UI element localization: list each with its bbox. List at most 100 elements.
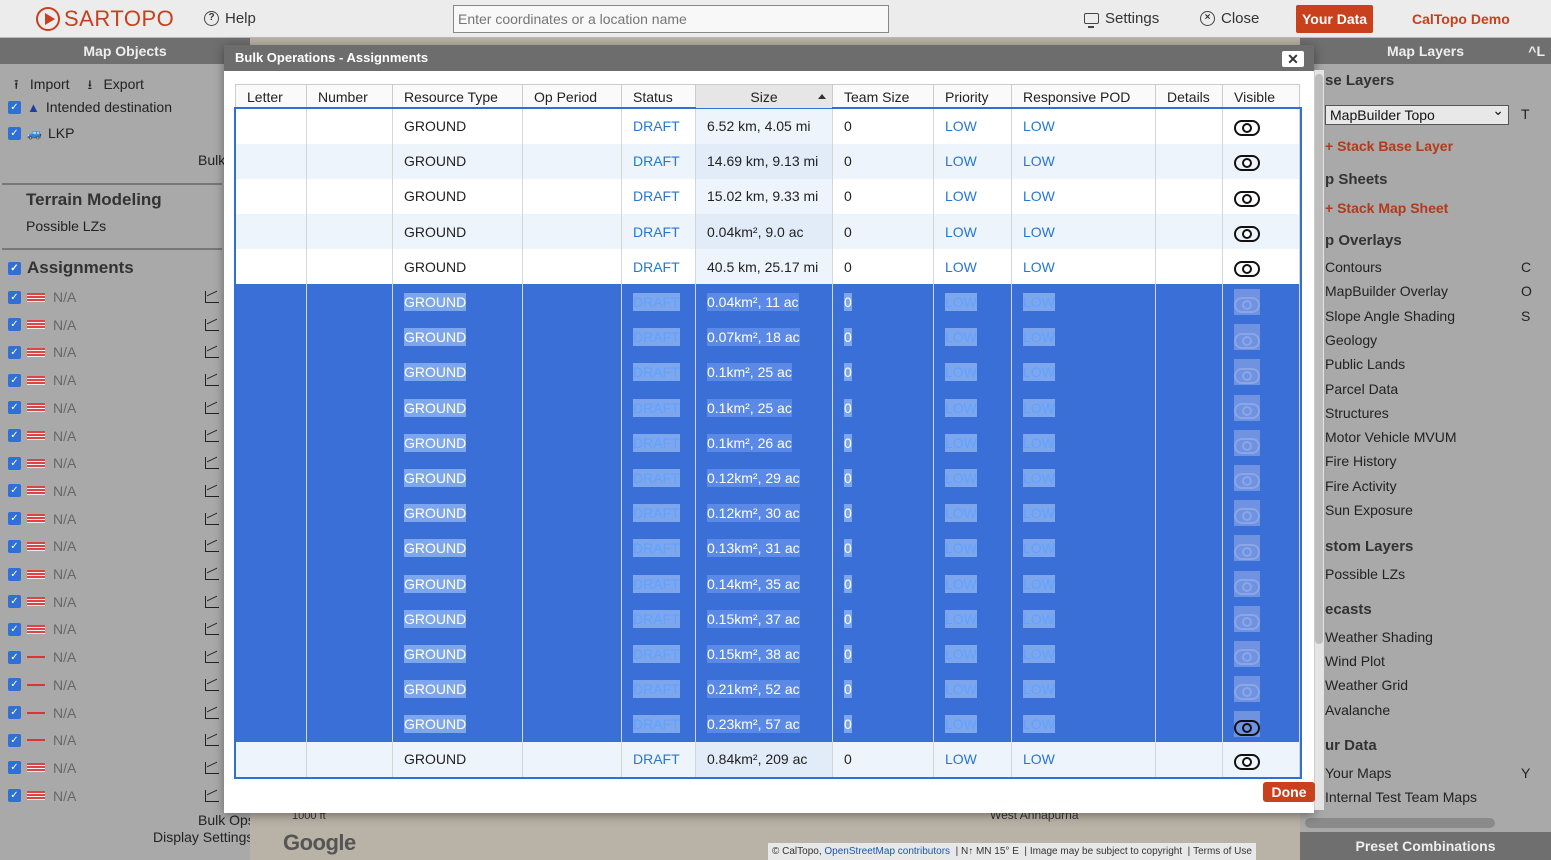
your-maps-item[interactable]: Your Maps — [1325, 765, 1391, 781]
visible-cell[interactable] — [1222, 214, 1300, 250]
status-cell[interactable]: DRAFT — [621, 636, 696, 672]
visible-cell[interactable] — [1222, 741, 1300, 778]
visible-cell[interactable] — [1222, 495, 1300, 531]
responsive-pod-cell[interactable]: LOW — [1011, 249, 1156, 285]
import-button[interactable]: ⭱ Import — [14, 76, 70, 98]
eye-icon[interactable] — [1234, 402, 1260, 419]
eye-icon[interactable] — [1234, 190, 1260, 207]
checkbox-icon[interactable]: ✓ — [8, 429, 21, 442]
table-row[interactable]: GROUND DRAFT 0.07km², 18 ac 0 LOW LOW — [235, 319, 1300, 355]
eye-icon[interactable] — [1234, 332, 1260, 349]
bulk-link[interactable]: Bulk — [198, 152, 225, 168]
horizontal-scrollbar[interactable] — [1305, 818, 1495, 828]
checkbox-icon[interactable]: ✓ — [8, 622, 21, 636]
priority-cell[interactable]: LOW — [933, 636, 1012, 672]
column-header-status[interactable]: Status — [621, 84, 696, 109]
status-cell[interactable]: DRAFT — [621, 671, 696, 707]
responsive-pod-cell[interactable]: LOW — [1011, 636, 1156, 672]
custom-layer-item[interactable]: Possible LZs — [1325, 566, 1405, 582]
checkbox-icon[interactable]: ✓ — [8, 650, 21, 664]
forecast-item[interactable]: Weather Grid — [1325, 677, 1408, 693]
profile-chart-icon[interactable] — [205, 512, 219, 525]
visible-cell[interactable] — [1222, 460, 1300, 496]
checkbox-icon[interactable]: ✓ — [8, 456, 21, 470]
export-button[interactable]: ⭳ Export — [88, 76, 144, 98]
column-header-number[interactable]: Number — [306, 84, 393, 109]
assignment-list-item[interactable]: ✓ N/A — [8, 287, 223, 307]
overlay-item[interactable]: Contours — [1325, 259, 1382, 275]
responsive-pod-cell[interactable]: LOW — [1011, 319, 1156, 355]
profile-chart-icon[interactable] — [205, 651, 219, 664]
stack-base-layer-button[interactable]: + Stack Base Layer — [1325, 138, 1453, 154]
responsive-pod-cell[interactable]: LOW — [1011, 565, 1156, 602]
profile-chart-icon[interactable] — [205, 374, 219, 387]
preset-combinations-bar[interactable]: Preset Combinations — [1300, 832, 1551, 860]
priority-cell[interactable]: LOW — [933, 178, 1012, 215]
list-item[interactable]: ✓ ▲ Intended destination — [8, 99, 172, 115]
responsive-pod-cell[interactable]: LOW — [1011, 143, 1156, 179]
profile-chart-icon[interactable] — [205, 401, 219, 414]
status-cell[interactable]: DRAFT — [621, 706, 696, 742]
visible-cell[interactable] — [1222, 284, 1300, 320]
status-cell[interactable]: DRAFT — [621, 495, 696, 531]
checkbox-icon[interactable]: ✓ — [8, 678, 21, 692]
priority-cell[interactable]: LOW — [933, 108, 1012, 144]
checkbox-icon[interactable]: ✓ — [8, 261, 21, 275]
checkbox-icon[interactable]: ✓ — [8, 100, 21, 114]
table-row[interactable]: GROUND DRAFT 0.12km², 30 ac 0 LOW LOW — [235, 495, 1300, 531]
assignment-list-item[interactable]: ✓ N/A — [8, 509, 223, 529]
visible-cell[interactable] — [1222, 671, 1300, 707]
table-row[interactable]: GROUND DRAFT 6.52 km, 4.05 mi 0 LOW LOW — [235, 108, 1300, 144]
responsive-pod-cell[interactable]: LOW — [1011, 706, 1156, 742]
priority-cell[interactable]: LOW — [933, 425, 1012, 461]
account-menu[interactable]: CalTopo Demo — [1412, 11, 1510, 27]
assignment-list-item[interactable]: ✓ N/A — [8, 342, 223, 362]
profile-chart-icon[interactable] — [205, 678, 219, 691]
assignment-list-item[interactable]: ✓ N/A — [8, 481, 223, 501]
column-header-visible[interactable]: Visible — [1222, 84, 1300, 109]
visible-cell[interactable] — [1222, 601, 1300, 637]
checkbox-icon[interactable]: ✓ — [8, 484, 21, 498]
priority-cell[interactable]: LOW — [933, 671, 1012, 707]
profile-chart-icon[interactable] — [205, 623, 219, 636]
visible-cell[interactable] — [1222, 425, 1300, 461]
status-cell[interactable]: DRAFT — [621, 354, 696, 390]
overlay-item[interactable]: Motor Vehicle MVUM — [1325, 429, 1456, 445]
table-row[interactable]: GROUND DRAFT 0.21km², 52 ac 0 LOW LOW — [235, 671, 1300, 707]
assignment-list-item[interactable]: ✓ N/A — [8, 758, 223, 778]
assignment-list-item[interactable]: ✓ N/A — [8, 315, 223, 335]
column-header-priority[interactable]: Priority — [933, 84, 1012, 109]
eye-icon[interactable] — [1234, 367, 1260, 384]
eye-icon[interactable] — [1234, 438, 1260, 455]
base-layer-select[interactable]: MapBuilder Topo — [1325, 102, 1509, 125]
assignment-list-item[interactable]: ✓ N/A — [8, 619, 223, 639]
responsive-pod-cell[interactable]: LOW — [1011, 108, 1156, 144]
column-header-team-size[interactable]: Team Size — [832, 84, 934, 109]
overlay-item[interactable]: Public Lands — [1325, 356, 1405, 372]
overlay-item[interactable]: Sun Exposure — [1325, 502, 1413, 518]
overlay-item[interactable]: MapBuilder Overlay — [1325, 283, 1448, 299]
forecast-item[interactable]: Avalanche — [1325, 702, 1390, 718]
checkbox-icon[interactable]: ✓ — [8, 761, 21, 775]
profile-chart-icon[interactable] — [205, 761, 219, 774]
overlay-item[interactable]: Slope Angle Shading — [1325, 308, 1455, 324]
checkbox-icon[interactable]: ✓ — [8, 789, 21, 803]
assignment-list-item[interactable]: ✓ N/A — [8, 675, 223, 695]
sartopo-logo[interactable]: SARTOPO — [36, 5, 174, 33]
your-data-button[interactable]: Your Data — [1296, 5, 1374, 33]
assignment-list-item[interactable]: ✓ N/A — [8, 786, 223, 806]
priority-cell[interactable]: LOW — [933, 214, 1012, 250]
priority-cell[interactable]: LOW — [933, 601, 1012, 637]
responsive-pod-cell[interactable]: LOW — [1011, 460, 1156, 496]
assignment-list-item[interactable]: ✓ N/A — [8, 453, 223, 473]
responsive-pod-cell[interactable]: LOW — [1011, 671, 1156, 707]
checkbox-icon[interactable]: ✓ — [8, 567, 21, 581]
responsive-pod-cell[interactable]: LOW — [1011, 354, 1156, 390]
responsive-pod-cell[interactable]: LOW — [1011, 495, 1156, 531]
visible-cell[interactable] — [1222, 530, 1300, 566]
checkbox-icon[interactable]: ✓ — [8, 733, 21, 747]
visible-cell[interactable] — [1222, 636, 1300, 672]
overlay-item[interactable]: Parcel Data — [1325, 381, 1398, 397]
terms-link[interactable]: Terms of Use — [1193, 846, 1252, 857]
checkbox-icon[interactable]: ✓ — [8, 706, 21, 719]
